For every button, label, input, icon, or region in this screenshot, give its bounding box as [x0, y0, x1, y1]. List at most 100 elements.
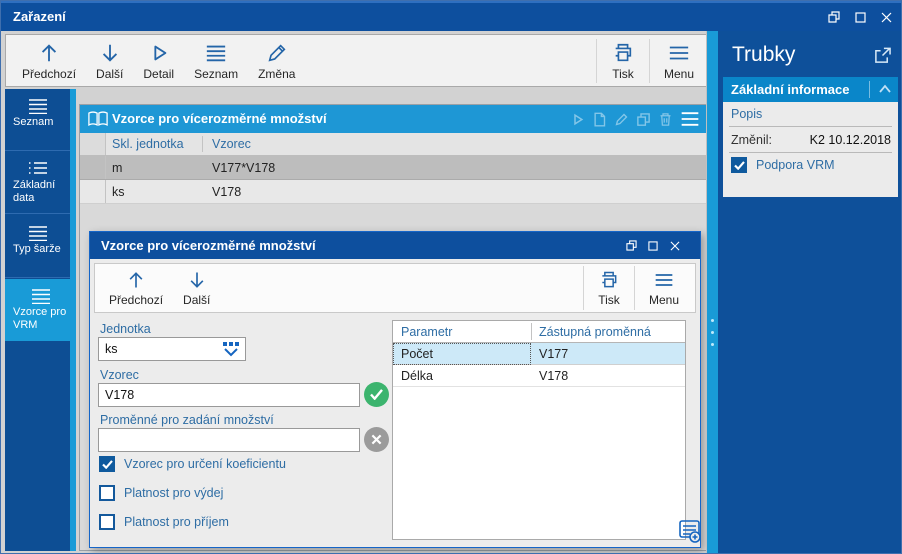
dialog-close-button[interactable]	[664, 232, 686, 259]
detail-button[interactable]: Detail	[133, 40, 184, 83]
close-button[interactable]	[873, 3, 899, 31]
table-row[interactable]: ks V178	[80, 180, 706, 204]
cell-param: Počet	[401, 347, 433, 361]
toolbar-separator	[595, 39, 597, 83]
arrow-up-icon	[41, 43, 57, 61]
edit-icon[interactable]	[614, 112, 629, 127]
add-record-button[interactable]	[678, 518, 702, 544]
open-in-window-button[interactable]	[874, 47, 891, 64]
panel-splitter[interactable]	[706, 31, 718, 553]
dialog-next-button[interactable]: Další	[173, 268, 220, 309]
sidebar-item-label: Základní data	[13, 179, 56, 204]
column-divider	[531, 323, 532, 340]
confirm-button[interactable]	[364, 382, 389, 407]
previous-button[interactable]: Předchozí	[12, 40, 86, 83]
close-icon	[881, 12, 891, 22]
side-panel: Trubky Základní informace Popis Změnil: …	[718, 31, 901, 553]
window-controls	[821, 3, 899, 31]
arrow-up-icon	[129, 271, 143, 287]
list-table-header[interactable]: Skl. jednotka Vzorec	[80, 133, 706, 156]
coefficient-checkbox[interactable]: Vzorec pro určení koeficientu	[99, 456, 286, 472]
sidebar-item-label: Vzorce pro VRM	[13, 306, 67, 331]
column-header-formula[interactable]: Vzorec	[212, 133, 251, 156]
change-button[interactable]: Změna	[248, 40, 305, 83]
menu-button[interactable]: Menu	[654, 40, 704, 83]
collapse-button[interactable]	[878, 83, 892, 95]
lookup-dropdown-icon	[223, 342, 239, 357]
play-icon	[154, 45, 167, 60]
basic-info-card: Popis Změnil: K2 10.12.2018 Podpora VRM	[723, 102, 898, 197]
list-icon	[31, 288, 51, 304]
external-link-icon	[875, 47, 891, 63]
checkbox-unchecked-icon	[99, 514, 115, 530]
splitter-grip-icon	[711, 319, 715, 355]
change-button-label: Změna	[258, 66, 296, 81]
dialog-next-label: Další	[183, 292, 211, 307]
checkbox-checked-icon	[731, 157, 747, 173]
cell-variable: V178	[539, 369, 569, 383]
restore-icon	[625, 240, 637, 251]
dialog-print-label: Tisk	[598, 292, 620, 307]
cell-unit: m	[112, 161, 123, 175]
table-row[interactable]: m V177*V178	[80, 156, 706, 180]
validity-receipt-checkbox[interactable]: Platnost pro příjem	[99, 514, 229, 530]
close-icon	[670, 241, 680, 250]
column-header-unit[interactable]: Skl. jednotka	[112, 133, 184, 156]
printer-icon	[615, 43, 632, 61]
formula-field-value: V178	[105, 388, 135, 402]
maximize-button[interactable]	[847, 3, 873, 31]
sidebar-item-vzorce-pro-vrm[interactable]: Vzorce pro VRM	[5, 279, 76, 341]
print-button[interactable]: Tisk	[601, 40, 645, 83]
dialog-restore-button[interactable]	[620, 232, 642, 259]
next-button-label: Další	[96, 66, 124, 81]
dialog-toolbar-left: Předchozí Další	[99, 265, 220, 311]
unit-field-label: Jednotka	[100, 322, 151, 336]
checkbox-unchecked-icon	[99, 485, 115, 501]
arrow-down-icon	[102, 44, 117, 62]
copy-icon[interactable]	[636, 112, 651, 127]
list-view-button[interactable]: Seznam	[184, 40, 248, 83]
dialog-print-button[interactable]: Tisk	[588, 268, 630, 309]
vrm-support-checkbox[interactable]: Podpora VRM	[731, 157, 835, 173]
dialog-previous-label: Předchozí	[109, 292, 164, 307]
list-icon	[28, 98, 48, 114]
next-button[interactable]: Další	[86, 40, 133, 83]
dialog-previous-button[interactable]: Předchozí	[99, 268, 173, 309]
vrm-support-checkbox-label: Podpora VRM	[756, 158, 835, 172]
changed-by-value: K2 10.12.2018	[809, 133, 891, 147]
cancel-button[interactable]	[364, 427, 389, 452]
cell-unit: ks	[112, 185, 125, 199]
sidebar-item-seznam[interactable]: Seznam	[5, 89, 70, 151]
restore-button[interactable]	[821, 3, 847, 31]
unit-field[interactable]: ks	[98, 337, 246, 361]
column-divider	[202, 136, 203, 152]
list-view-button-label: Seznam	[194, 66, 239, 81]
column-header-variable[interactable]: Zástupná proměnná	[539, 321, 651, 343]
parameter-table-header[interactable]: Parametr Zástupná proměnná	[393, 321, 685, 343]
variables-field[interactable]	[98, 428, 360, 452]
list-window-title: Vzorce pro vícerozměrné množství	[112, 111, 327, 126]
unit-dropdown-button[interactable]	[220, 341, 242, 357]
validity-issue-checkbox[interactable]: Platnost pro výdej	[99, 485, 223, 501]
add-record-icon	[679, 520, 701, 543]
window-menu-icon[interactable]	[680, 111, 700, 127]
sidebar-item-typ-sarze[interactable]: Typ šarže	[5, 216, 70, 278]
sidebar-item-zakladni-data[interactable]: Základní data	[5, 152, 70, 214]
description-field-label: Popis	[731, 107, 763, 121]
dialog-menu-button[interactable]: Menu	[639, 268, 689, 309]
parameter-row[interactable]: Počet V177	[393, 343, 685, 365]
dialog-maximize-button[interactable]	[642, 232, 664, 259]
delete-icon[interactable]	[658, 112, 673, 127]
column-header-param[interactable]: Parametr	[401, 321, 452, 343]
detail-icon[interactable]	[570, 112, 585, 127]
toolbar-separator	[633, 266, 635, 310]
cell-variable: V177	[539, 347, 569, 361]
section-basic-info[interactable]: Základní informace	[723, 77, 898, 102]
new-record-icon[interactable]	[592, 112, 607, 127]
toolbar-separator	[648, 39, 650, 83]
parameter-row[interactable]: Délka V178	[393, 365, 685, 387]
menu-button-label: Menu	[663, 66, 694, 81]
formula-field[interactable]: V178	[98, 383, 360, 407]
list-icon	[206, 45, 226, 61]
validity-issue-checkbox-label: Platnost pro výdej	[124, 486, 224, 500]
